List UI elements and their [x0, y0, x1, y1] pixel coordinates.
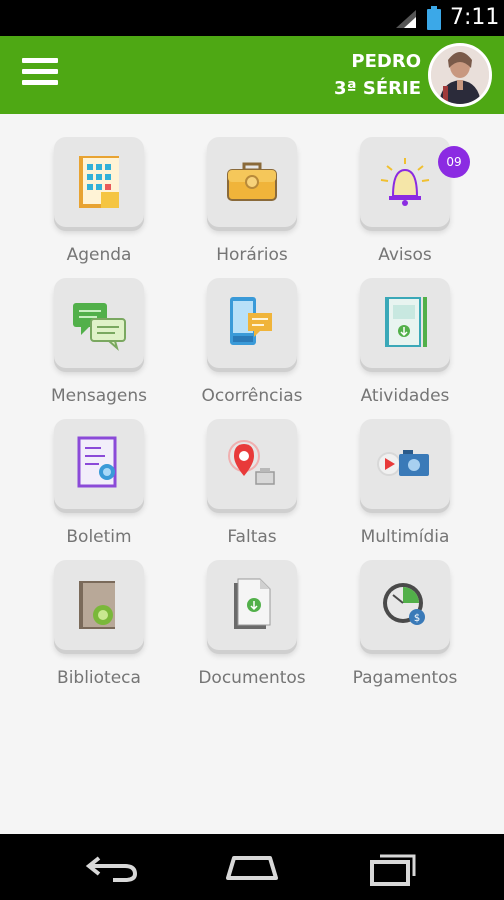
menu-item-label: Pagamentos: [352, 668, 458, 688]
clock: 7:11: [450, 5, 500, 30]
student-name: PEDRO: [351, 51, 421, 72]
menu-item-tile: [207, 560, 297, 650]
phone-message-icon: [230, 297, 272, 345]
notebook-icon: [385, 297, 427, 347]
home-icon[interactable]: [222, 848, 282, 886]
menu-item-agenda[interactable]: Agenda: [24, 114, 174, 265]
recent-apps-icon[interactable]: [362, 848, 422, 886]
menu-item-tile: [54, 137, 144, 227]
svg-text:$: $: [414, 613, 420, 624]
menu-item-ocorrencias[interactable]: Ocorrências: [177, 255, 327, 406]
menu-item-tile: $: [360, 560, 450, 650]
menu-item-tile: [207, 137, 297, 227]
menu-item-faltas[interactable]: Faltas: [177, 396, 327, 547]
notification-badge: 09: [438, 146, 470, 178]
payment-clock-icon: $: [383, 583, 425, 625]
menu-item-tile: [360, 137, 450, 227]
menu-item-tile: [207, 278, 297, 368]
book-icon: [79, 581, 115, 629]
menu-item-label: Biblioteca: [57, 668, 141, 688]
document-icon: [234, 578, 271, 629]
menu-item-biblioteca[interactable]: Biblioteca: [24, 537, 174, 688]
avatar[interactable]: [428, 43, 492, 107]
menu-item-tile: [54, 560, 144, 650]
menu-item-boletim[interactable]: Boletim: [24, 396, 174, 547]
menu-item-avisos[interactable]: Avisos: [330, 114, 480, 265]
location-pin-icon: [228, 440, 275, 485]
menu-item-atividades[interactable]: Atividades: [330, 255, 480, 406]
menu-item-label: Documentos: [198, 668, 306, 688]
battery-icon: [427, 6, 441, 30]
briefcase-icon: [227, 162, 277, 201]
navigation-bar: [0, 834, 504, 900]
bell-icon: [380, 158, 430, 206]
menu-item-tile: [207, 419, 297, 509]
menu-item-tile: [54, 278, 144, 368]
status-bar: 7:11: [0, 0, 504, 36]
menu-item-mensagens[interactable]: Mensagens: [24, 255, 174, 406]
menu-item-horarios[interactable]: Horários: [177, 114, 327, 265]
menu-item-documentos[interactable]: Documentos: [177, 537, 327, 688]
report-card-icon: [77, 436, 117, 488]
signal-icon: [396, 10, 416, 28]
menu-hamburger-icon[interactable]: [22, 58, 58, 92]
menu-item-tile: [54, 419, 144, 509]
student-grade: 3ª SÉRIE: [333, 78, 421, 99]
menu-item-tile: [360, 278, 450, 368]
chat-icon: [73, 303, 126, 351]
menu-item-pagamentos[interactable]: $ Pagamentos: [330, 537, 480, 688]
calendar-icon: [79, 156, 119, 208]
video-camera-icon: [377, 450, 429, 476]
menu-item-multimidia[interactable]: Multimídia: [330, 396, 480, 547]
menu-item-tile: [360, 419, 450, 509]
back-icon[interactable]: [83, 848, 143, 886]
app-bar: PEDRO 3ª SÉRIE: [0, 36, 504, 114]
